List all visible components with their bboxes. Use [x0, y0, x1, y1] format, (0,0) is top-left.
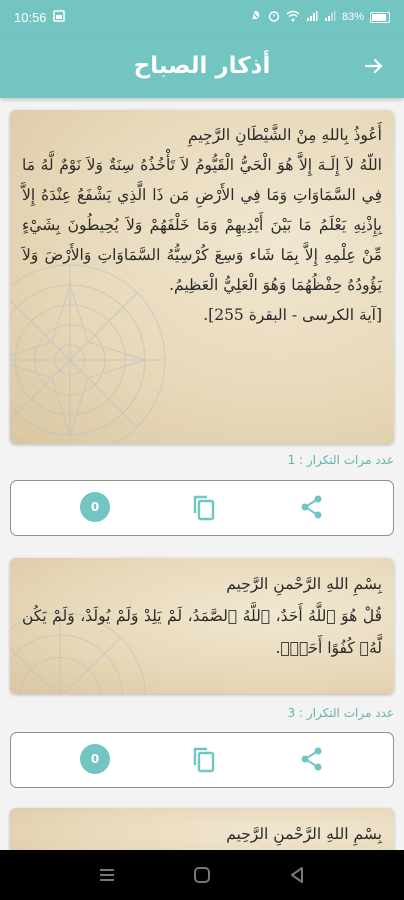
counter-button[interactable]: 0 — [80, 492, 110, 522]
battery-icon — [370, 11, 390, 23]
back-icon — [290, 867, 303, 883]
app-bar: أذكار الصباح — [0, 34, 404, 98]
sim-icon — [52, 9, 65, 25]
card-action-bar: 0 — [10, 732, 394, 788]
share-icon[interactable] — [299, 746, 325, 772]
card-line: [آية الكرسى - البقرة 255]. — [203, 306, 382, 324]
counter-button[interactable]: 0 — [80, 744, 110, 774]
share-icon[interactable] — [299, 494, 325, 520]
card-line: بِسْمِ اللهِ الرَّحْمنِ الرَّحِيم — [226, 825, 382, 843]
card-line: قُلْ هُوَ ٱللَّهُ أَحَدٌ، ٱللَّهُ ٱلصَّم… — [22, 607, 382, 657]
menu-icon — [100, 869, 115, 881]
battery-percent: 83% — [341, 11, 364, 23]
card-line: اللّهُ لاَ إِلَـهَ إِلاَّ هُوَ الْحَيُّ … — [22, 156, 382, 294]
home-icon — [193, 867, 210, 883]
page-title: أذكار الصباح — [133, 53, 271, 79]
signal-icon — [306, 10, 318, 25]
dhikr-card: بِسْمِ اللهِ الرَّحْمنِ الرَّحِيم قُلْ ه… — [10, 558, 394, 694]
dhikr-card: أَعُوذُ بِاللهِ مِنْ الشَّيْطَانِ الرَّج… — [10, 110, 394, 444]
dhikr-card: بِسْمِ اللهِ الرَّحْمنِ الرَّحِيم — [10, 808, 394, 850]
signal-icon — [324, 10, 336, 25]
status-bar: 10:56 83% — [0, 0, 404, 34]
alarm-icon — [268, 10, 280, 25]
silent-icon — [250, 9, 262, 25]
status-time: 10:56 — [14, 9, 47, 25]
home-button[interactable] — [187, 860, 217, 890]
copy-icon[interactable] — [191, 493, 217, 523]
card-line: أَعُوذُ بِاللهِ مِنْ الشَّيْطَانِ الرَّج… — [188, 126, 382, 144]
repeat-count-label: عدد مرات التكرار : 1 — [287, 453, 394, 467]
wifi-icon — [286, 10, 300, 25]
card-action-bar: 0 — [10, 480, 394, 536]
system-back-button[interactable] — [282, 860, 312, 890]
content-list[interactable]: أَعُوذُ بِاللهِ مِنْ الشَّيْطَانِ الرَّج… — [0, 98, 404, 850]
card-line: بِسْمِ اللهِ الرَّحْمنِ الرَّحِيم — [226, 575, 382, 593]
back-button[interactable] — [358, 50, 390, 82]
arrow-right-icon — [364, 58, 383, 74]
copy-icon[interactable] — [191, 745, 217, 775]
repeat-count-label: عدد مرات التكرار : 3 — [287, 706, 394, 720]
system-nav-bar — [0, 850, 404, 900]
recent-apps-button[interactable] — [92, 860, 122, 890]
